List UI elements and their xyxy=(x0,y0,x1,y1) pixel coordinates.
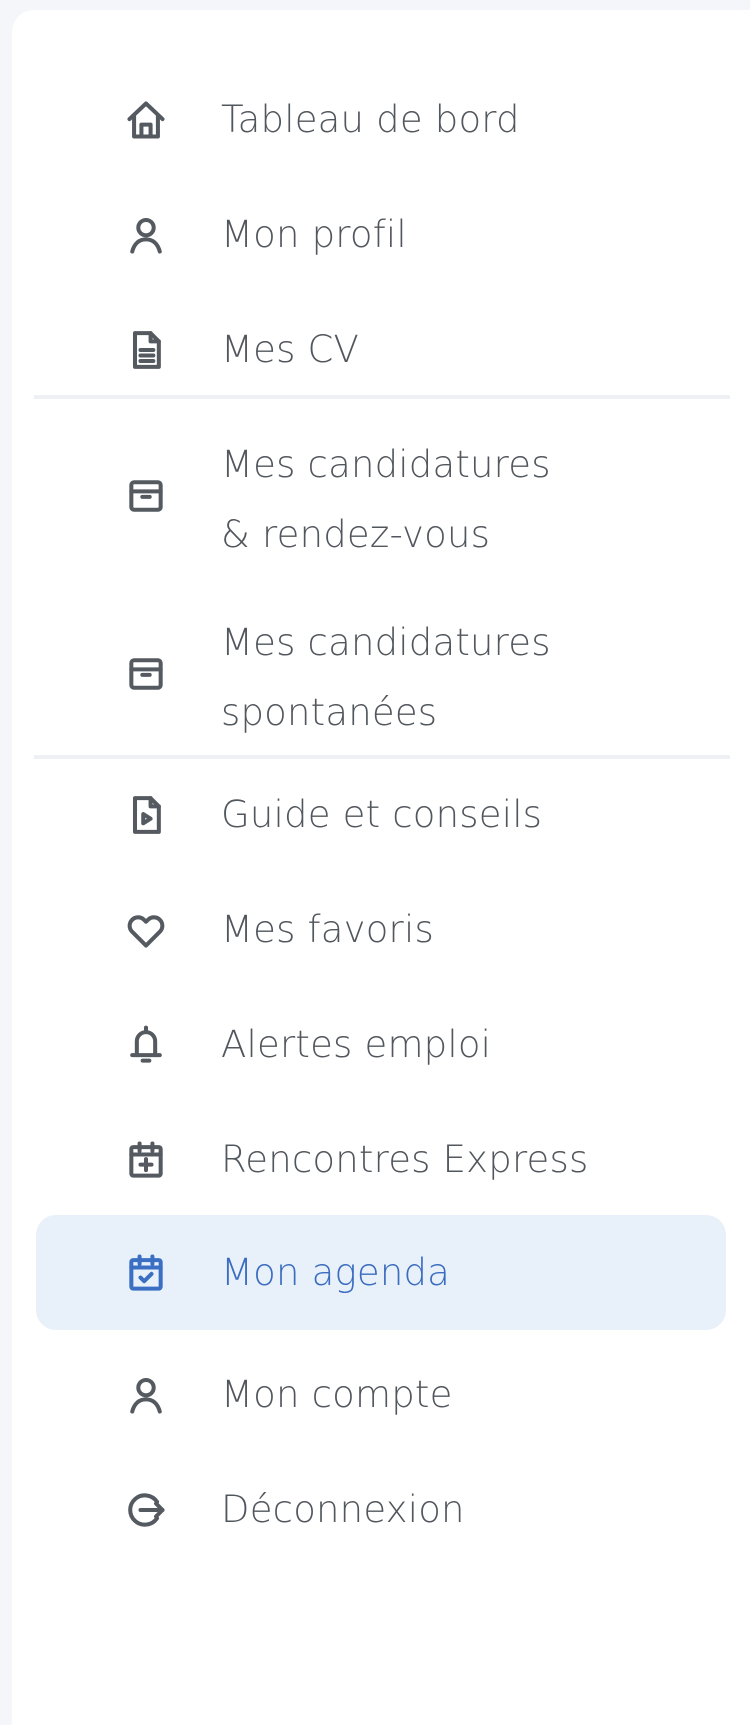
document-icon xyxy=(120,324,172,376)
user-icon xyxy=(120,1369,172,1421)
menu-item-dashboard[interactable]: Tableau de bord xyxy=(36,65,726,175)
menu-item-label: Mes candidatures spontanées xyxy=(221,621,551,734)
menu-item-guide[interactable]: Guide et conseils xyxy=(36,760,726,870)
home-icon xyxy=(120,94,172,146)
menu-item-logout[interactable]: Déconnexion xyxy=(36,1455,726,1565)
calendar-plus-icon xyxy=(120,1134,172,1186)
bell-icon xyxy=(120,1019,172,1071)
heart-icon xyxy=(120,904,172,956)
sidebar-menu: Tableau de bord Mon profil Mes CV Mes ca… xyxy=(12,10,750,1725)
menu-item-account[interactable]: Mon compte xyxy=(36,1340,726,1450)
logout-icon xyxy=(120,1484,172,1536)
calendar-check-icon xyxy=(120,1247,172,1299)
menu-item-cv[interactable]: Mes CV xyxy=(36,295,726,405)
menu-item-label: Mes candidatures & rendez-vous xyxy=(221,443,551,556)
menu-item-label: Mon agenda xyxy=(221,1251,451,1294)
menu-item-label: Mon profil xyxy=(221,213,407,256)
menu-item-label: Tableau de bord xyxy=(221,98,520,141)
menu-item-label: Mon compte xyxy=(221,1373,453,1416)
menu-item-label: Rencontres Express xyxy=(221,1138,589,1181)
menu-divider xyxy=(34,755,730,759)
menu-item-label: Guide et conseils xyxy=(221,793,543,836)
menu-item-spontaneous-applications[interactable]: Mes candidatures spontanées xyxy=(36,593,726,753)
menu-item-profile[interactable]: Mon profil xyxy=(36,180,726,290)
menu-item-label: Alertes emploi xyxy=(221,1023,492,1066)
menu-item-applications[interactable]: Mes candidatures & rendez-vous xyxy=(36,415,726,575)
menu-item-label: Mes CV xyxy=(221,328,360,371)
menu-item-label: Mes favoris xyxy=(221,908,434,951)
menu-item-label: Déconnexion xyxy=(221,1488,465,1531)
video-file-icon xyxy=(120,789,172,841)
menu-item-job-alerts[interactable]: Alertes emploi xyxy=(36,990,726,1100)
box-icon xyxy=(120,470,172,522)
box-icon xyxy=(120,648,172,700)
menu-item-agenda[interactable]: Mon agenda xyxy=(36,1215,726,1330)
menu-item-express-meetings[interactable]: Rencontres Express xyxy=(36,1105,726,1215)
menu-item-favorites[interactable]: Mes favoris xyxy=(36,875,726,985)
menu-divider xyxy=(34,395,730,399)
user-icon xyxy=(120,209,172,261)
